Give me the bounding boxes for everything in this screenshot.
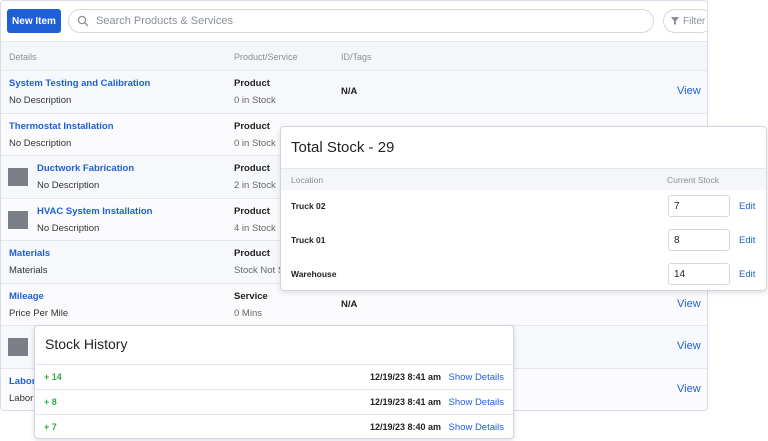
stock-history-popup: Stock History + 14 12/19/23 8:41 am Show… <box>34 325 514 439</box>
edit-link[interactable]: Edit <box>739 269 755 280</box>
item-description: No Description <box>37 222 100 234</box>
new-item-button[interactable]: New Item <box>7 9 61 33</box>
history-quantity: + 8 <box>44 397 57 407</box>
view-link[interactable]: View <box>677 298 701 310</box>
item-type: Product <box>234 205 270 217</box>
history-timestamp: 12/19/23 8:41 am <box>369 397 441 407</box>
column-id-tags: ID/Tags <box>341 52 372 62</box>
item-stock: 0 in Stock <box>234 137 276 149</box>
location-name: Truck 01 <box>291 235 326 245</box>
item-tags: N/A <box>341 298 358 310</box>
history-row: + 7 12/19/23 8:40 am Show Details <box>35 414 513 439</box>
item-stock: Stock Not S <box>234 265 285 276</box>
history-quantity: + 14 <box>44 372 62 382</box>
column-current-stock: Current Stock <box>667 175 719 185</box>
filter-icon <box>671 17 679 25</box>
item-tags: N/A <box>341 86 358 97</box>
item-stock: 4 in Stock <box>234 222 276 234</box>
item-stock: 2 in Stock <box>234 180 276 191</box>
item-type: Product <box>234 78 270 89</box>
stock-location-row: Truck 01 Edit <box>281 224 766 258</box>
table-header: Details Product/Service ID/Tags <box>1 41 707 71</box>
show-details-link[interactable]: Show Details <box>449 372 504 383</box>
item-title-link[interactable]: HVAC System Installation <box>37 206 152 217</box>
show-details-link[interactable]: Show Details <box>449 422 504 433</box>
item-thumbnail <box>8 338 28 356</box>
total-stock-popup: Total Stock - 29 Location Current Stock … <box>280 126 767 291</box>
popup-table-header: Location Current Stock <box>281 168 766 190</box>
item-title-link[interactable]: Thermostat Installation <box>9 121 114 132</box>
popup-title: Total Stock - 29 <box>291 139 395 156</box>
view-link[interactable]: View <box>677 85 701 97</box>
stock-location-row: Warehouse Edit <box>281 258 766 292</box>
item-title-link[interactable]: Ductwork Fabrication <box>37 163 134 174</box>
item-title-link[interactable]: System Testing and Calibration <box>9 78 150 89</box>
history-title: Stock History <box>45 336 128 352</box>
stock-quantity-input[interactable] <box>668 263 730 285</box>
item-stock: 0 Mins <box>234 307 262 319</box>
item-description: Price Per Mile <box>9 307 69 319</box>
location-name: Truck 02 <box>291 201 326 211</box>
filter-label: Filter <box>683 15 706 27</box>
item-type: Product <box>234 120 270 132</box>
edit-link[interactable]: Edit <box>739 235 755 246</box>
item-description: No Description <box>37 180 100 191</box>
item-stock: 0 in Stock <box>234 95 276 106</box>
show-details-link[interactable]: Show Details <box>449 397 504 408</box>
item-title-link[interactable]: Labor <box>9 376 35 387</box>
item-type: Product <box>234 248 270 259</box>
history-timestamp: 12/19/23 8:41 am <box>369 372 441 382</box>
search-input[interactable] <box>96 15 616 27</box>
stock-quantity-input[interactable] <box>668 229 730 251</box>
history-timestamp: 12/19/23 8:40 am <box>369 422 441 432</box>
location-name: Warehouse <box>291 269 337 279</box>
view-link[interactable]: View <box>677 383 701 395</box>
stock-location-row: Truck 02 Edit <box>281 190 766 224</box>
item-type: Product <box>234 163 270 174</box>
filter-button[interactable]: Filter <box>663 9 707 33</box>
table-row[interactable]: System Testing and Calibration No Descri… <box>1 71 707 114</box>
item-description: Labor <box>9 392 34 404</box>
search-icon <box>77 15 89 27</box>
item-description: No Description <box>9 137 72 149</box>
history-quantity: + 7 <box>44 422 57 432</box>
item-title-link[interactable]: Mileage <box>9 291 44 302</box>
column-product-service: Product/Service <box>234 52 298 62</box>
view-link[interactable]: View <box>677 340 701 352</box>
item-description: Materials <box>9 265 48 276</box>
history-row: + 14 12/19/23 8:41 am Show Details <box>35 364 513 389</box>
item-type: Service <box>234 290 268 302</box>
item-thumbnail <box>8 210 28 229</box>
item-description: No Description <box>9 95 72 106</box>
search-box[interactable] <box>68 9 654 33</box>
toolbar: New Item Filter <box>1 1 707 41</box>
item-thumbnail <box>8 168 28 186</box>
edit-link[interactable]: Edit <box>739 201 755 212</box>
column-details: Details <box>9 52 37 62</box>
item-title-link[interactable]: Materials <box>9 248 50 259</box>
column-location: Location <box>291 175 324 185</box>
stock-quantity-input[interactable] <box>668 195 730 217</box>
history-row: + 8 12/19/23 8:41 am Show Details <box>35 389 513 414</box>
